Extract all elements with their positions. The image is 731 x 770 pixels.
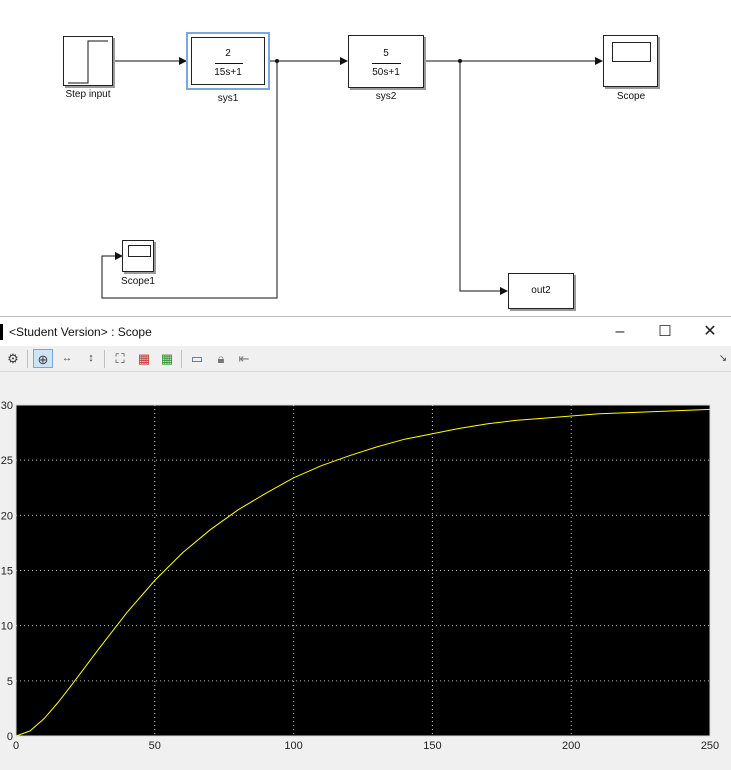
signal-select-icon[interactable]: ⇤ (234, 349, 254, 368)
x-tick-label: 150 (423, 740, 441, 752)
zoom-y-icon[interactable]: ↕ (81, 349, 101, 368)
scope-screen-icon (612, 42, 651, 62)
scope-plot[interactable]: 0 50 100 150 200 250 0 5 10 15 20 25 30 (0, 373, 731, 770)
scope-label: Scope (616, 91, 646, 102)
gear-icon[interactable]: ⚙ (3, 349, 23, 368)
sys1-label: sys1 (217, 93, 239, 104)
minimize-button[interactable]: – (598, 317, 642, 347)
lock-icon[interactable]: 🔒︎ (211, 349, 231, 368)
out2-text: out2 (531, 285, 551, 296)
y-tick-label: 20 (1, 510, 13, 522)
params-icon[interactable]: ▭ (187, 349, 207, 368)
y-tick-label: 15 (1, 566, 13, 578)
step-input-block[interactable] (63, 36, 113, 86)
toolbar-overflow-icon[interactable]: ↘ (716, 349, 730, 368)
x-tick-label: 100 (284, 740, 302, 752)
title-bar[interactable]: <Student Version> : Scope – ☐ ✕ (0, 316, 731, 346)
close-button[interactable]: ✕ (688, 317, 731, 347)
branch-point-2 (458, 59, 462, 63)
toolbar-separator (104, 350, 105, 368)
scope-window: <Student Version> : Scope – ☐ ✕ ⚙ ⊕ ↔ ↕ … (0, 316, 731, 770)
sys1-numerator: 2 (225, 48, 231, 59)
y-tick-label: 5 (7, 676, 13, 688)
app-icon (0, 324, 3, 340)
y-tick-label: 10 (1, 621, 13, 633)
zoom-x-icon[interactable]: ↔ (57, 349, 77, 368)
x-tick-label: 50 (149, 740, 161, 752)
scope-toolbar: ⚙ ⊕ ↔ ↕ ⛶ ▦ ▦ ▭ 🔒︎ ⇤ ↘ (0, 346, 731, 372)
y-tick-label: 30 (1, 400, 13, 412)
simulink-diagram: Step input 2 15s+1 sys1 5 50s+1 sys2 Sco… (0, 0, 731, 316)
sys2-denominator: 50s+1 (372, 67, 400, 78)
scope1-label: Scope1 (121, 276, 155, 287)
plot-area[interactable]: 0 50 100 150 200 250 0 5 10 15 20 25 30 (0, 373, 731, 770)
scope1-block[interactable] (122, 240, 154, 272)
step-input-label: Step input (65, 89, 111, 100)
wire-sys2-out2[interactable] (459, 61, 508, 295)
toolbar-separator (181, 350, 182, 368)
sys2-fraction-bar (372, 63, 401, 64)
scope1-screen-icon (128, 245, 151, 257)
x-tick-label: 250 (701, 740, 719, 752)
zoom-in-icon[interactable]: ⊕ (33, 349, 53, 368)
x-tick-label: 0 (13, 740, 19, 752)
restore-axes-icon[interactable]: ▦ (157, 349, 177, 368)
autoscale-icon[interactable]: ⛶ (110, 349, 130, 368)
sys2-numerator: 5 (383, 48, 389, 59)
step-icon (68, 40, 108, 84)
sys1-fraction-bar (215, 63, 243, 64)
maximize-button[interactable]: ☐ (643, 317, 687, 347)
window-title: <Student Version> : Scope (9, 325, 152, 339)
x-tick-label: 200 (562, 740, 580, 752)
sys1-denominator: 15s+1 (214, 67, 242, 78)
toolbar-separator (27, 350, 28, 368)
y-tick-label: 25 (1, 455, 13, 467)
scope-block[interactable] (603, 35, 658, 87)
sys2-block[interactable]: 5 50s+1 (348, 35, 424, 88)
save-axes-icon[interactable]: ▦ (134, 349, 154, 368)
y-tick-label: 0 (7, 731, 13, 743)
branch-point-1 (275, 59, 279, 63)
sys2-label: sys2 (375, 91, 397, 102)
sys1-block[interactable]: 2 15s+1 (186, 32, 270, 90)
out2-block[interactable]: out2 (508, 273, 574, 309)
